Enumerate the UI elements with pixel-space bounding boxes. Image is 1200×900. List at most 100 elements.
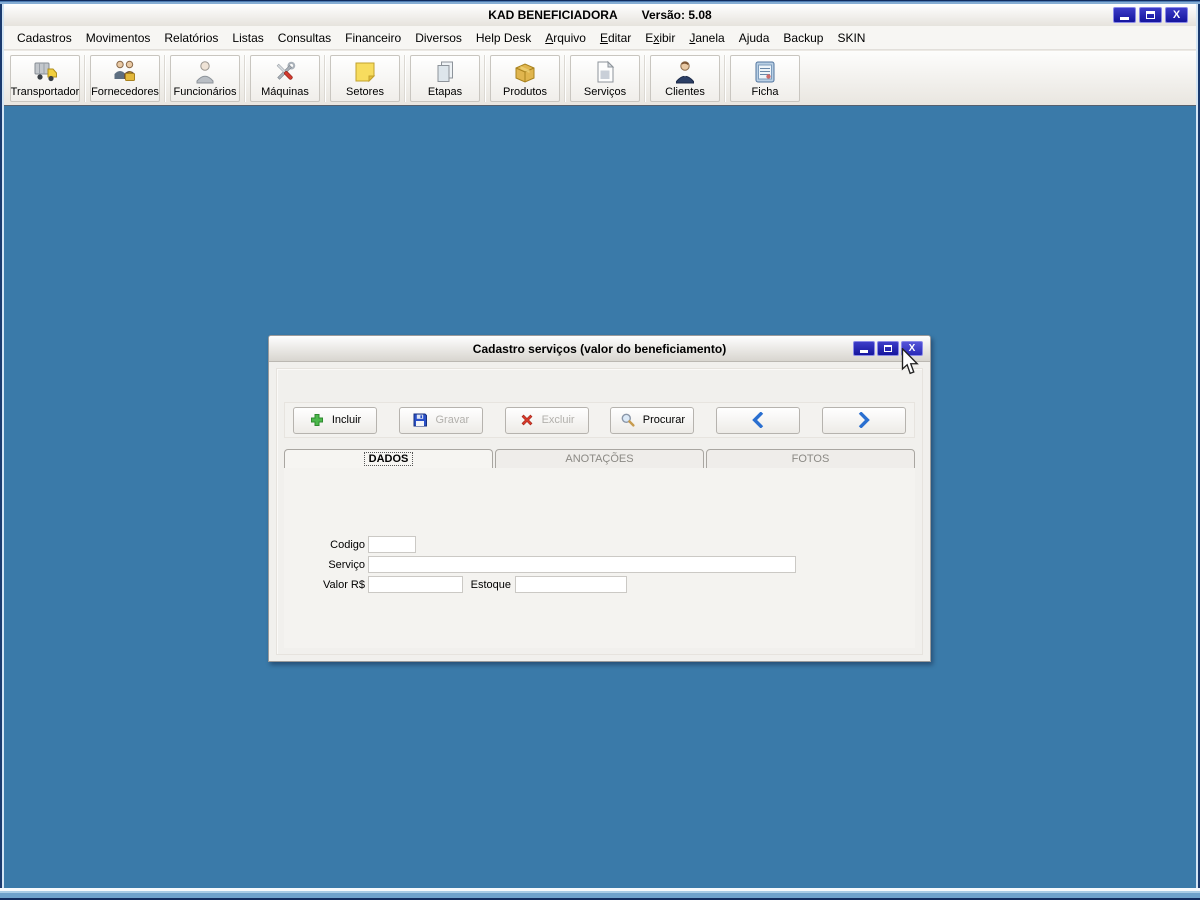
tab-fotos[interactable]: FOTOS — [706, 449, 915, 469]
codigo-field[interactable] — [368, 536, 416, 553]
panes-icon — [431, 58, 459, 86]
menu-item-exibir[interactable]: Exibir — [638, 28, 682, 48]
toolbar-separator — [644, 54, 646, 102]
menu-item-arquivo[interactable]: Arquivo — [538, 28, 593, 48]
menu-item-movimentos[interactable]: Movimentos — [79, 28, 158, 48]
child-minimize-button[interactable] — [853, 341, 875, 356]
codigo-label: Codigo — [330, 539, 365, 551]
child-window: Cadastro serviços (valor do beneficiamen… — [268, 335, 931, 662]
button-label: Excluir — [541, 414, 575, 426]
tab-anotações[interactable]: ANOTAÇÕES — [495, 449, 704, 469]
child-close-button[interactable]: X — [901, 341, 923, 356]
toolbar-button-máquinas[interactable]: Máquinas — [250, 54, 320, 102]
maximize-icon — [884, 345, 892, 352]
menu-item-janela[interactable]: Janela — [682, 28, 731, 48]
toolbar-separator — [244, 54, 246, 102]
toolbar-separator — [84, 54, 86, 102]
incluir-button[interactable]: Incluir — [293, 406, 377, 434]
servico-field[interactable] — [368, 556, 796, 573]
minimize-button[interactable] — [1113, 7, 1136, 23]
toolbar-button-label: Ficha — [751, 85, 779, 98]
menu-item-skin[interactable]: SKIN — [830, 28, 872, 48]
toolbar-button-etapas[interactable]: Etapas — [410, 54, 480, 102]
title-text: KAD BENEFICIADORA Versão: 5.08 — [488, 8, 711, 22]
toolbar-button-label: Máquinas — [261, 85, 309, 98]
toolbar-button-label: Etapas — [427, 85, 463, 98]
child-window-title: Cadastro serviços (valor do beneficiamen… — [472, 341, 727, 356]
previous-button[interactable] — [716, 406, 801, 434]
tab-label: FOTOS — [791, 453, 830, 465]
mdi-background: Cadastro serviços (valor do beneficiamen… — [4, 106, 1196, 888]
sheet-icon — [751, 58, 779, 86]
toolbar-button-label: Fornecedores — [91, 85, 159, 98]
menu-bar: Cadastros Movimentos Relatórios Listas Consu… — [4, 26, 1196, 50]
child-maximize-button[interactable] — [877, 341, 899, 356]
toolbar-button-transportador[interactable]: Transportador — [10, 54, 80, 102]
toolbar-separator — [724, 54, 726, 102]
menu-item-editar[interactable]: Editar — [593, 28, 638, 48]
close-button[interactable]: X — [1165, 7, 1188, 23]
employee-icon — [191, 58, 219, 86]
toolbar-separator — [324, 54, 326, 102]
gravar-button[interactable]: Gravar — [398, 406, 483, 434]
toolbar-separator — [164, 54, 166, 102]
menu-item-relatórios[interactable]: Relatórios — [157, 28, 225, 48]
menu-item-diversos[interactable]: Diversos — [408, 28, 469, 48]
titlebar: KAD BENEFICIADORA Versão: 5.08 X — [4, 4, 1196, 26]
menu-item-consultas[interactable]: Consultas — [271, 28, 338, 48]
tab-dados[interactable]: DADOS — [284, 449, 493, 469]
menu-item-listas[interactable]: Listas — [225, 28, 270, 48]
tab-strip: DADOS ANOTAÇÕES FOTOS — [284, 449, 915, 469]
child-titlebar: Cadastro serviços (valor do beneficiamen… — [269, 336, 930, 362]
save-icon — [412, 412, 428, 428]
suppliers-icon — [111, 58, 139, 86]
app-title: KAD BENEFICIADORA — [488, 8, 618, 22]
toolbar-button-fornecedores[interactable]: Fornecedores — [90, 54, 160, 102]
menu-item-backup[interactable]: Backup — [776, 28, 830, 48]
plus-icon — [309, 412, 325, 428]
box-icon — [511, 58, 539, 86]
toolbar-button-ficha[interactable]: Ficha — [730, 54, 800, 102]
estoque-field[interactable] — [515, 576, 627, 593]
client-icon — [671, 58, 699, 86]
toolbar-button-clientes[interactable]: Clientes — [650, 54, 720, 102]
application-window: KAD BENEFICIADORA Versão: 5.08 X Cadastr… — [0, 0, 1200, 900]
toolbar-button-setores[interactable]: Setores — [330, 54, 400, 102]
toolbar-separator — [484, 54, 486, 102]
toolbar-button-label: Serviços — [583, 85, 627, 98]
app-version: Versão: 5.08 — [641, 8, 712, 22]
button-label: Incluir — [331, 414, 362, 426]
note-icon — [351, 58, 379, 86]
tab-label: DADOS — [363, 452, 414, 466]
minimize-icon — [860, 350, 868, 353]
window-frame-top — [0, 0, 1200, 4]
window-controls: X — [1113, 7, 1188, 23]
maximize-icon — [1146, 11, 1155, 19]
menu-item-ajuda[interactable]: Ajuda — [732, 28, 777, 48]
tools-icon — [271, 58, 299, 86]
document-icon — [591, 58, 619, 86]
menu-item-financeiro[interactable]: Financeiro — [338, 28, 408, 48]
servico-label: Serviço — [328, 559, 365, 571]
child-window-controls: X — [853, 341, 923, 356]
delete-icon — [519, 412, 535, 428]
toolbar-button-funcionários[interactable]: Funcionários — [170, 54, 240, 102]
toolbar-separator — [404, 54, 406, 102]
button-label: Procurar — [642, 414, 685, 426]
toolbar-button-produtos[interactable]: Produtos — [490, 54, 560, 102]
maximize-button[interactable] — [1139, 7, 1162, 23]
procurar-button[interactable]: Procurar — [610, 406, 695, 434]
toolbar-button-label: Produtos — [502, 85, 548, 98]
next-button[interactable] — [821, 406, 906, 434]
toolbar-button-serviços[interactable]: Serviços — [570, 54, 640, 102]
button-label: Gravar — [435, 414, 470, 426]
minimize-icon — [1120, 17, 1129, 20]
tab-label: ANOTAÇÕES — [565, 453, 634, 465]
window-frame-right — [1196, 4, 1200, 888]
toolbar-button-label: Setores — [346, 85, 384, 98]
menu-item-cadastros[interactable]: Cadastros — [10, 28, 79, 48]
estoque-label: Estoque — [470, 579, 511, 591]
main-toolbar: Transportador Fornecedores Funcionários Máq… — [4, 51, 1196, 106]
menu-item-help-desk[interactable]: Help Desk — [469, 28, 538, 48]
excluir-button[interactable]: Excluir — [504, 406, 589, 434]
